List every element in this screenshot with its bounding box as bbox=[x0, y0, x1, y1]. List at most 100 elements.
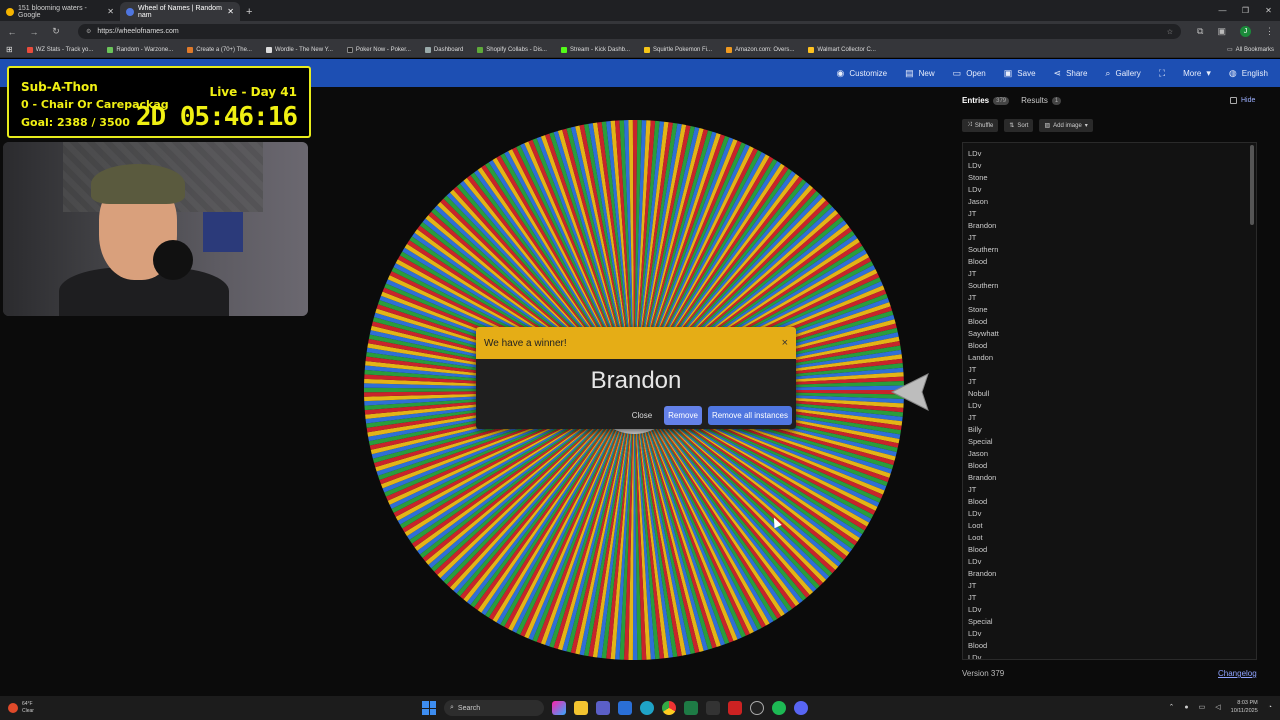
winner-name: Brandon bbox=[590, 367, 682, 394]
bookmark-item[interactable]: Stream - Kick Dashb... bbox=[560, 46, 630, 53]
menu-icon[interactable]: ⋮ bbox=[1265, 26, 1274, 37]
changelog-link[interactable]: Changelog bbox=[1218, 669, 1257, 678]
microphone bbox=[153, 240, 193, 280]
hide-toggle[interactable]: Hide bbox=[1230, 97, 1255, 104]
close-icon[interactable]: × bbox=[782, 337, 788, 349]
chevron-up-icon[interactable]: ⌃ bbox=[1169, 703, 1175, 711]
bookmark-item[interactable]: Shopify Collabs - Dis... bbox=[477, 46, 547, 53]
store-icon[interactable] bbox=[618, 701, 632, 715]
obs-icon[interactable] bbox=[750, 701, 764, 715]
app-icon[interactable] bbox=[728, 701, 742, 715]
save-button[interactable]: ▣ Save bbox=[1004, 68, 1036, 79]
bookmark-item[interactable]: Amazon.com: Overs... bbox=[726, 46, 794, 53]
chrome-icon[interactable] bbox=[662, 701, 676, 715]
star-icon[interactable]: ☆ bbox=[1167, 28, 1173, 36]
copilot-icon[interactable] bbox=[552, 701, 566, 715]
new-tab-button[interactable]: + bbox=[240, 2, 258, 21]
notifications-icon[interactable]: ◔ bbox=[1268, 704, 1272, 711]
close-tab-icon[interactable]: ✕ bbox=[227, 7, 234, 16]
volume-icon[interactable]: ◁ bbox=[1215, 703, 1220, 711]
wheel-favicon-icon bbox=[126, 7, 134, 16]
bookmark-item[interactable]: Poker Now - Poker... bbox=[346, 46, 411, 53]
excel-icon[interactable] bbox=[684, 701, 698, 715]
sort-button[interactable]: ⇅ Sort bbox=[1004, 119, 1034, 132]
overlay-goal: Goal: 2388 / 3500 bbox=[21, 116, 130, 129]
browser-tab-bar: 151 blooming waters - Google ✕ Wheel of … bbox=[0, 0, 1280, 21]
weather-widget[interactable]: 64°F Clear bbox=[0, 701, 34, 715]
entry-line: Jason bbox=[968, 449, 989, 458]
entry-line: Brandon bbox=[968, 221, 997, 230]
close-window-button[interactable]: ✕ bbox=[1257, 0, 1280, 21]
spotify-icon[interactable] bbox=[772, 701, 786, 715]
back-icon[interactable]: ← bbox=[6, 27, 18, 37]
forward-icon[interactable]: → bbox=[28, 27, 40, 37]
bookmark-item[interactable]: Create a (70+) The... bbox=[187, 46, 252, 53]
clock[interactable]: 8:03 PM 10/11/2025 bbox=[1231, 699, 1258, 715]
bookmark-favicon-icon bbox=[346, 46, 353, 53]
taskbar-search[interactable]: ⌕ Search bbox=[444, 700, 544, 716]
gallery-button[interactable]: ⌕ Gallery bbox=[1105, 68, 1140, 79]
search-icon: ⌕ bbox=[450, 704, 454, 711]
hide-checkbox[interactable] bbox=[1230, 97, 1237, 104]
more-button[interactable]: More ▾ bbox=[1183, 68, 1211, 79]
fullscreen-icon: ⛶ bbox=[1158, 67, 1166, 78]
dialog-title: We have a winner! bbox=[484, 337, 567, 349]
bookmark-item[interactable]: Dashboard bbox=[424, 46, 463, 53]
entry-line: JT bbox=[968, 233, 977, 242]
clock-time: 8:03 PM bbox=[1237, 700, 1258, 706]
entries-scrollbar[interactable] bbox=[1250, 145, 1254, 225]
entry-line: Special bbox=[968, 617, 993, 626]
bookmark-item[interactable]: WZ Stats - Track yo... bbox=[26, 46, 93, 53]
extensions-icon[interactable]: ⧉ bbox=[1197, 26, 1203, 37]
file-explorer-icon[interactable] bbox=[574, 701, 588, 715]
bookmark-item[interactable]: Walmart Collector C... bbox=[808, 46, 876, 53]
browser-tab-google[interactable]: 151 blooming waters - Google ✕ bbox=[0, 2, 120, 21]
entries-toolbar: ⤨ Shuffle ⇅ Sort ▨ Add image ▾ bbox=[962, 119, 1093, 132]
address-bar-row: ← → ↻ ⚙ https://wheelofnames.com ☆ ⧉ ▣ J… bbox=[0, 21, 1280, 42]
pc-case bbox=[203, 212, 243, 252]
language-button[interactable]: ◍ English bbox=[1229, 68, 1268, 79]
sidebar-icon[interactable]: ▣ bbox=[1217, 26, 1226, 37]
teams-icon[interactable] bbox=[596, 701, 610, 715]
apps-icon[interactable]: ⊞ bbox=[6, 45, 13, 54]
wheel-pointer-icon bbox=[890, 373, 929, 411]
customize-button[interactable]: ◉ Customize bbox=[836, 68, 887, 79]
url-text: https://wheelofnames.com bbox=[97, 28, 179, 35]
webcam-feed bbox=[3, 142, 308, 316]
tab-results[interactable]: Results 1 bbox=[1021, 96, 1062, 105]
entry-line: Jason bbox=[968, 197, 989, 206]
reload-icon[interactable]: ↻ bbox=[50, 26, 62, 37]
remove-all-instances-button[interactable]: Remove all instances bbox=[707, 406, 792, 425]
network-icon[interactable]: ▭ bbox=[1199, 703, 1206, 711]
entry-line: Nobull bbox=[968, 389, 990, 398]
maximize-button[interactable]: ❐ bbox=[1234, 0, 1257, 21]
entry-line: Southern bbox=[968, 245, 999, 254]
edge-icon[interactable] bbox=[640, 701, 654, 715]
new-button[interactable]: ▤ New bbox=[905, 68, 935, 79]
bookmark-item[interactable]: Random - Warzone... bbox=[107, 46, 173, 53]
bookmark-item[interactable]: Wordle - The New Y... bbox=[265, 46, 333, 53]
tab-entries[interactable]: Entries 379 bbox=[962, 96, 1010, 105]
site-info-icon[interactable]: ⚙ bbox=[86, 28, 91, 35]
open-button[interactable]: ▭ Open bbox=[953, 68, 986, 79]
mic-icon[interactable]: ● bbox=[1184, 704, 1188, 711]
bookmark-item[interactable]: Squirtle Pokemon Fi... bbox=[644, 46, 712, 53]
start-icon[interactable] bbox=[422, 701, 436, 715]
terminal-icon[interactable] bbox=[706, 701, 720, 715]
discord-icon[interactable] bbox=[794, 701, 808, 715]
results-count-badge: 1 bbox=[1051, 96, 1062, 105]
shuffle-button[interactable]: ⤨ Shuffle bbox=[962, 119, 999, 132]
all-bookmarks-button[interactable]: ▭ All Bookmarks bbox=[1227, 46, 1274, 54]
fullscreen-button[interactable]: ⛶ bbox=[1159, 68, 1165, 79]
browser-tab-wheel[interactable]: Wheel of Names | Random nam ✕ bbox=[120, 2, 240, 21]
close-button[interactable]: Close bbox=[626, 411, 658, 420]
add-image-button[interactable]: ▨ Add image ▾ bbox=[1039, 119, 1093, 132]
remove-button[interactable]: Remove bbox=[664, 406, 702, 425]
minimize-button[interactable]: — bbox=[1211, 0, 1234, 21]
url-input[interactable]: ⚙ https://wheelofnames.com ☆ bbox=[78, 24, 1182, 39]
entry-line: JT bbox=[968, 485, 977, 494]
share-button[interactable]: ⋖ Share bbox=[1054, 68, 1088, 79]
profile-avatar[interactable]: J bbox=[1240, 26, 1251, 37]
entries-textarea[interactable]: LDv LDv Stone LDv Jason JT Brandon JT Southern Bl… bbox=[962, 142, 1257, 660]
close-tab-icon[interactable]: ✕ bbox=[107, 7, 114, 16]
